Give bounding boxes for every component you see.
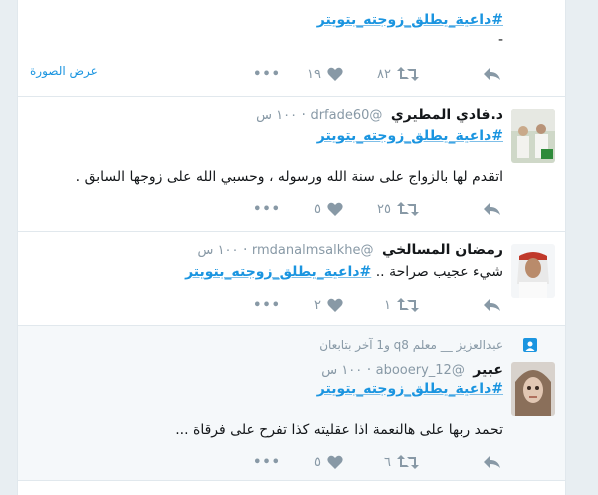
- retweet-count: ٦: [384, 454, 391, 470]
- more-icon: •••: [253, 454, 281, 470]
- more-button[interactable]: •••: [253, 64, 281, 84]
- tweet-item[interactable]: عبدالعزيز __ معلم q8 و1 آخر بتابعان عبير…: [18, 326, 565, 481]
- timeline-stream: #داعية_يطلق_زوجته_بتويتر - ٨٢ ١٩ ••• عرض…: [17, 0, 566, 495]
- social-context[interactable]: عبدالعزيز __ معلم q8 و1 آخر بتابعان: [319, 338, 503, 352]
- user-name[interactable]: د.فادي المطيري: [391, 107, 503, 123]
- tweet-hashtag[interactable]: #داعية_يطلق_زوجته_بتويتر: [185, 264, 371, 280]
- like-button[interactable]: ٥: [314, 199, 343, 219]
- retweet-count: ٢٥: [377, 201, 391, 217]
- tweet-text: -: [497, 32, 503, 48]
- like-count: ٢: [314, 297, 321, 313]
- tweet-hashtag[interactable]: #داعية_يطلق_زوجته_بتويتر: [317, 381, 503, 397]
- more-icon: •••: [253, 201, 281, 217]
- retweet-button[interactable]: ٨٢: [377, 64, 419, 84]
- tweet-header: عبير @abooery_12 · ١٠٠ س: [321, 362, 503, 378]
- retweet-icon: [397, 455, 419, 469]
- user-handle[interactable]: @rmdanalmsalkhe: [252, 243, 374, 258]
- reply-icon: [484, 203, 500, 215]
- retweet-button[interactable]: ١: [384, 295, 419, 315]
- tweet-actions: ١ ٢ •••: [81, 295, 501, 315]
- avatar[interactable]: [511, 362, 555, 416]
- more-button[interactable]: •••: [253, 452, 281, 472]
- tweet-hashtag[interactable]: #داعية_يطلق_زوجته_بتويتر: [317, 128, 503, 144]
- more-icon: •••: [253, 297, 281, 313]
- heart-icon: [327, 202, 343, 216]
- tweet-item[interactable]: رمضان المسالخي @rmdanalmsalkhe · ١٠٠ س ش…: [18, 232, 565, 326]
- reply-button[interactable]: [483, 199, 501, 219]
- more-icon: •••: [253, 66, 281, 82]
- more-button[interactable]: •••: [253, 295, 281, 315]
- user-handle[interactable]: @abooery_12: [376, 363, 465, 378]
- avatar[interactable]: [511, 109, 555, 163]
- like-button[interactable]: ٢: [314, 295, 343, 315]
- user-handle[interactable]: @drfade60: [310, 108, 382, 123]
- tweet-header: د.فادي المطيري @drfade60 · ١٠٠ س: [256, 107, 503, 123]
- like-count: ٥: [314, 454, 321, 470]
- tweet-text: تحمد ربها على هالنعمة اذا عقليته كذا تفر…: [175, 422, 503, 438]
- like-button[interactable]: ٥: [314, 452, 343, 472]
- tweet-item[interactable]: #داعية_يطلق_زوجته_بتويتر - ٨٢ ١٩ ••• عرض…: [18, 0, 565, 97]
- heart-icon: [327, 455, 343, 469]
- tweet-hashtag[interactable]: #داعية_يطلق_زوجته_بتويتر: [317, 12, 503, 28]
- retweet-icon: [397, 298, 419, 312]
- tweet-text: شيء عجيب صراحة .. #داعية_يطلق_زوجته_بتوي…: [185, 264, 503, 280]
- reply-button[interactable]: [483, 295, 501, 315]
- more-button[interactable]: •••: [253, 199, 281, 219]
- follow-context-icon: [523, 338, 537, 352]
- heart-icon: [327, 67, 343, 81]
- tweet-item[interactable]: [18, 481, 565, 495]
- avatar[interactable]: [511, 244, 555, 298]
- retweet-count: ٨٢: [377, 66, 391, 82]
- tweet-text-body: شيء عجيب صراحة ..: [375, 264, 503, 280]
- retweet-button[interactable]: ٦: [384, 452, 419, 472]
- like-count: ٥: [314, 201, 321, 217]
- reply-icon: [484, 456, 500, 468]
- tweet-actions: ٦ ٥ •••: [81, 452, 501, 472]
- like-count: ١٩: [307, 66, 321, 82]
- like-button[interactable]: ١٩: [307, 64, 343, 84]
- tweet-time[interactable]: ١٠٠ س: [321, 363, 362, 378]
- user-name[interactable]: رمضان المسالخي: [382, 242, 503, 258]
- retweet-icon: [397, 202, 419, 216]
- tweet-time[interactable]: ١٠٠ س: [256, 108, 297, 123]
- tweet-text: اتقدم لها بالزواج على سنة الله ورسوله ، …: [75, 169, 503, 185]
- reply-icon: [484, 68, 500, 80]
- retweet-count: ١: [384, 297, 391, 313]
- tweet-actions: ٢٥ ٥ •••: [81, 199, 501, 219]
- retweet-icon: [397, 67, 419, 81]
- tweet-item[interactable]: د.فادي المطيري @drfade60 · ١٠٠ س #داعية_…: [18, 97, 565, 232]
- retweet-button[interactable]: ٢٥: [377, 199, 419, 219]
- view-image-link[interactable]: عرض الصورة: [30, 64, 98, 78]
- tweet-actions: ٨٢ ١٩ •••: [81, 64, 501, 84]
- reply-icon: [484, 299, 500, 311]
- reply-button[interactable]: [483, 64, 501, 84]
- user-name[interactable]: عبير: [473, 362, 503, 378]
- tweet-header: رمضان المسالخي @rmdanalmsalkhe · ١٠٠ س: [197, 242, 503, 258]
- heart-icon: [327, 298, 343, 312]
- reply-button[interactable]: [483, 452, 501, 472]
- tweet-time[interactable]: ١٠٠ س: [198, 243, 239, 258]
